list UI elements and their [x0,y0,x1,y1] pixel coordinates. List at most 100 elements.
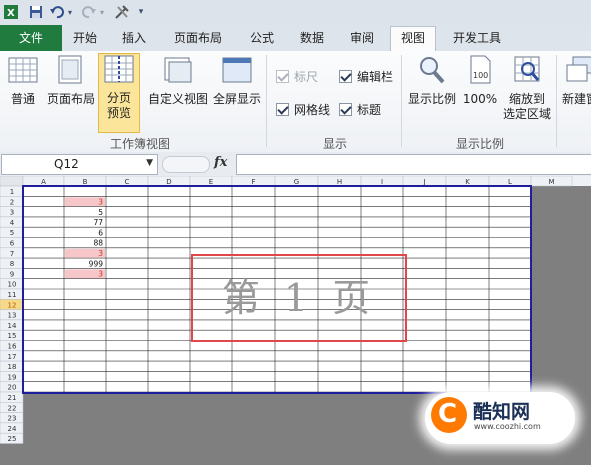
row-header-label: 6 [10,240,15,248]
full-screen-icon [222,57,252,83]
zoom-100-icon: 100 [470,55,491,84]
page-break-preview-label-1: 分页 [106,91,131,105]
column-header-label: I [381,178,383,186]
column-header-label: B [83,178,88,186]
excel-logo-icon[interactable]: X [3,3,19,21]
page-break-preview-icon [104,55,134,83]
row-header-label: 19 [8,373,17,381]
show-group-label: 显示 [322,137,347,151]
tab-developer[interactable]: 开发工具 [442,27,512,50]
workbook-views-group-label: 工作簿视图 [109,137,170,151]
formula-bar: Q12 ▼ fx [0,152,591,176]
tab-home[interactable]: 开始 [63,27,107,50]
row-header-label: 3 [10,209,14,217]
formula-bar-expander[interactable] [162,156,210,173]
row-header-label: 7 [10,250,14,258]
column-header-label: C [125,178,130,186]
custom-views-button[interactable]: 自定义视图 [147,55,209,131]
row-header-label: 22 [8,404,17,412]
column-header-label: E [209,178,213,186]
row-header-label: 25 [8,435,17,443]
cell-value[interactable]: 3 [98,198,103,207]
redo-dropdown-icon[interactable]: ▾ [98,3,106,21]
tab-file[interactable]: 文件 [0,25,62,51]
tab-view[interactable]: 视图 [390,26,436,52]
zoom-100-button[interactable]: 100 100% [461,55,499,131]
column-header-label: L [508,178,512,186]
row-header-label: 8 [10,260,14,268]
headings-label: 标题 [357,103,382,117]
gridlines-checkbox[interactable]: 网格线 [276,101,330,118]
tab-formulas[interactable]: 公式 [240,27,284,50]
undo-icon[interactable] [50,3,64,21]
new-window-button[interactable]: 新建窗 [560,55,591,131]
zoom-to-selection-button[interactable]: 缩放到 选定区域 [502,55,552,131]
cell-value[interactable]: 5 [98,208,103,217]
cell-value[interactable]: 3 [98,249,103,258]
cell-value[interactable]: 3 [98,270,103,279]
normal-view-icon [8,57,38,83]
row-header-label: 13 [8,312,17,320]
full-screen-button[interactable]: 全屏显示 [211,55,263,131]
formula-input[interactable] [236,154,591,175]
tab-data[interactable]: 数据 [290,27,334,50]
customize-qat-icon[interactable]: ▾ [136,3,146,21]
site-watermark-logo: 酷知网 www.coozhi.com [413,384,591,465]
insert-function-icon[interactable]: fx [214,155,227,170]
page-break-preview-label-2: 预览 [106,106,131,120]
zoom-to-selection-label-2: 选定区域 [502,107,551,121]
row-header-label: 2 [10,198,14,206]
cell-value[interactable]: 6 [98,228,103,237]
group-separator [401,55,402,147]
tools-icon[interactable] [113,3,131,21]
zoom-to-selection-label-1: 缩放到 [508,92,545,106]
ribbon-view: 普通 页面布局 分页 预览 自定义视图 全屏显示 工作簿视图 标尺 编辑栏 网格… [0,51,591,153]
formula-bar-label: 编辑栏 [357,70,394,84]
redo-icon[interactable] [82,3,96,21]
gridlines-label: 网格线 [294,103,331,117]
tab-page-layout[interactable]: 页面布局 [163,27,233,50]
undo-dropdown-icon[interactable]: ▾ [66,3,74,21]
svg-text:X: X [7,8,15,19]
row-header-label: 11 [8,291,17,299]
cell-value[interactable]: 88 [93,239,103,248]
formula-bar-checkbox[interactable]: 编辑栏 [339,68,393,85]
tab-insert[interactable]: 插入 [112,27,156,50]
column-header-label: K [465,178,470,186]
row-header-label: 5 [10,229,14,237]
ruler-checkbox[interactable]: 标尺 [276,68,318,85]
save-icon[interactable] [28,3,44,21]
magnifier-icon [420,57,445,84]
zoom-group-label: 显示比例 [455,137,504,151]
page-number-label: 第 1 页 [221,276,377,320]
headings-checkbox[interactable]: 标题 [339,101,381,118]
logo-mark-icon [431,397,467,433]
row-header-label: 23 [8,415,17,423]
page-number-annotation: 第 1 页 [191,254,407,342]
tab-review[interactable]: 审阅 [340,27,384,50]
name-box[interactable]: Q12 ▼ [1,154,158,175]
ribbon-tab-bar: 文件 开始 插入 页面布局 公式 数据 审阅 视图 开发工具 [0,25,591,52]
cell-value[interactable]: 999 [89,259,104,268]
page-layout-view-button[interactable]: 页面布局 [45,55,97,131]
name-box-dropdown-icon[interactable]: ▼ [146,158,153,168]
column-header-label: F [251,178,255,186]
row-header-label: 15 [8,332,17,340]
custom-views-icon [164,57,192,83]
select-all-corner[interactable] [0,176,24,187]
zoom-label: 显示比例 [407,92,456,106]
zoom-button[interactable]: 显示比例 [406,55,458,131]
group-separator [266,55,267,147]
cell-value[interactable]: 77 [93,218,103,227]
zoom-100-label: 100% [462,92,498,106]
logo-brand-text: 酷知网 [473,401,531,423]
column-header-label: D [166,178,171,186]
page-layout-view-label: 页面布局 [46,92,95,106]
quick-access-toolbar: X ▾ ▾ ▾ [0,0,591,26]
normal-view-button[interactable]: 普通 [3,55,43,131]
page-break-preview-button[interactable]: 分页 预览 [98,53,140,133]
column-header-label: H [337,178,342,186]
row-header-label: 4 [10,219,15,227]
zoom-to-selection-icon [514,56,540,82]
new-window-icon [566,56,591,82]
